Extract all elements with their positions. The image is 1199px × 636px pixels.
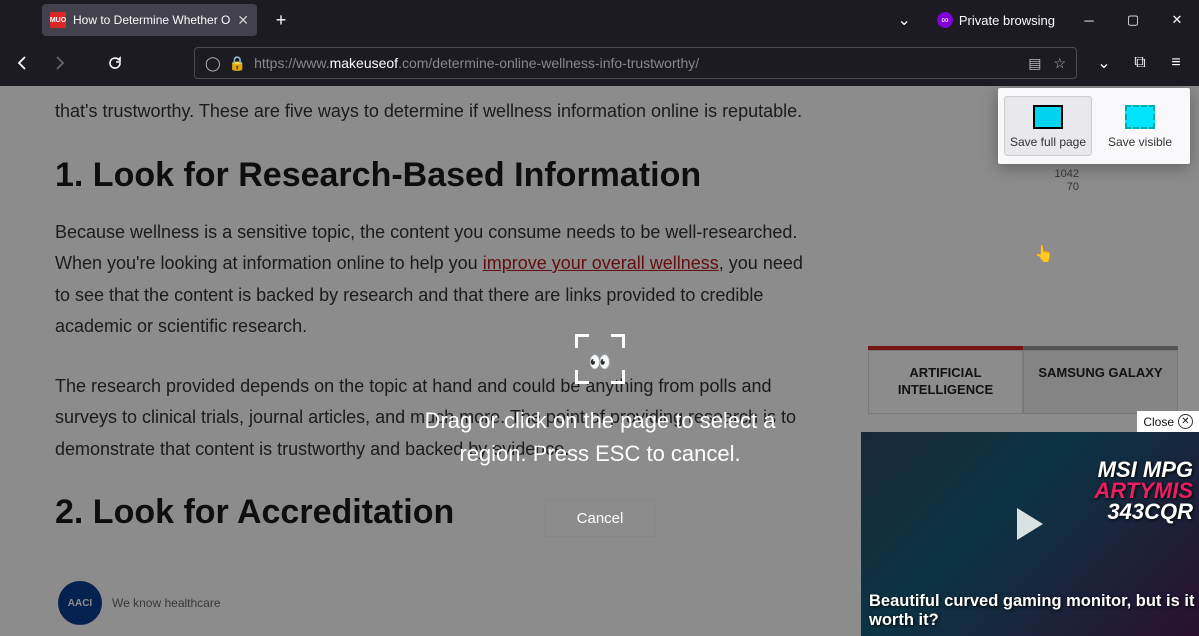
browser-tab[interactable]: MUO How to Determine Whether Onl ✕	[42, 4, 257, 36]
cancel-button[interactable]: Cancel	[544, 500, 657, 537]
close-icon: ✕	[1178, 414, 1193, 429]
shield-icon[interactable]: ◯	[205, 55, 221, 72]
screenshot-panel: Save full page Save visible	[998, 88, 1190, 164]
window-close-button[interactable]: ✕	[1155, 0, 1199, 40]
selection-dimensions: 104270	[1055, 168, 1079, 194]
video-close-button[interactable]: Close✕	[1137, 411, 1199, 432]
title-bar: MUO How to Determine Whether Onl ✕ + ⌄ ∞…	[0, 0, 1199, 40]
url-text: https://www.makeuseof.com/determine-onli…	[254, 55, 1020, 71]
save-visible-label: Save visible	[1108, 135, 1172, 149]
window-maximize-button[interactable]: ▢	[1111, 0, 1155, 40]
private-browsing-indicator: ∞ Private browsing	[925, 12, 1067, 28]
tab-favicon: MUO	[50, 12, 66, 28]
full-page-icon	[1033, 105, 1063, 129]
menu-icon[interactable]: ≡	[1159, 46, 1193, 80]
crop-icon: 👀	[575, 334, 625, 384]
lock-icon[interactable]: 🔒	[229, 55, 246, 72]
back-button[interactable]	[6, 46, 40, 80]
tab-close-icon[interactable]: ✕	[237, 12, 249, 29]
video-caption: Beautiful curved gaming monitor, but is …	[869, 592, 1195, 630]
forward-button[interactable]	[42, 46, 76, 80]
screenshot-prompt: 👀 Drag or click on the page to select a …	[405, 334, 795, 537]
url-bar[interactable]: ◯ 🔒 https://www.makeuseof.com/determine-…	[194, 47, 1077, 79]
visible-icon	[1125, 105, 1155, 129]
nav-toolbar: ◯ 🔒 https://www.makeuseof.com/determine-…	[0, 40, 1199, 86]
tabs-dropdown-icon[interactable]: ⌄	[883, 10, 924, 30]
video-title: MSI MPGARTYMIS343CQR	[1094, 460, 1193, 523]
page-content: that's trustworthy. These are five ways …	[0, 86, 1199, 636]
private-label: Private browsing	[959, 13, 1055, 28]
play-icon[interactable]	[1017, 508, 1043, 540]
save-full-label: Save full page	[1010, 135, 1086, 149]
bookmark-icon[interactable]: ☆	[1053, 55, 1066, 72]
extensions-icon[interactable]: ⧉	[1123, 46, 1157, 80]
screenshot-instruction: Drag or click on the page to select a re…	[405, 404, 795, 470]
new-tab-button[interactable]: +	[267, 6, 295, 34]
reload-button[interactable]	[98, 46, 132, 80]
window-minimize-button[interactable]: ─	[1067, 0, 1111, 40]
video-popup: Close✕ MSI MPGARTYMIS343CQR Beautiful cu…	[861, 432, 1199, 636]
tab-title: How to Determine Whether Onl	[73, 13, 230, 27]
reader-icon[interactable]: ▤	[1028, 55, 1041, 72]
pocket-icon[interactable]: ⌄	[1087, 46, 1121, 80]
mask-icon: ∞	[937, 12, 953, 28]
save-full-page-button[interactable]: Save full page	[1004, 96, 1092, 156]
save-visible-button[interactable]: Save visible	[1096, 96, 1184, 156]
